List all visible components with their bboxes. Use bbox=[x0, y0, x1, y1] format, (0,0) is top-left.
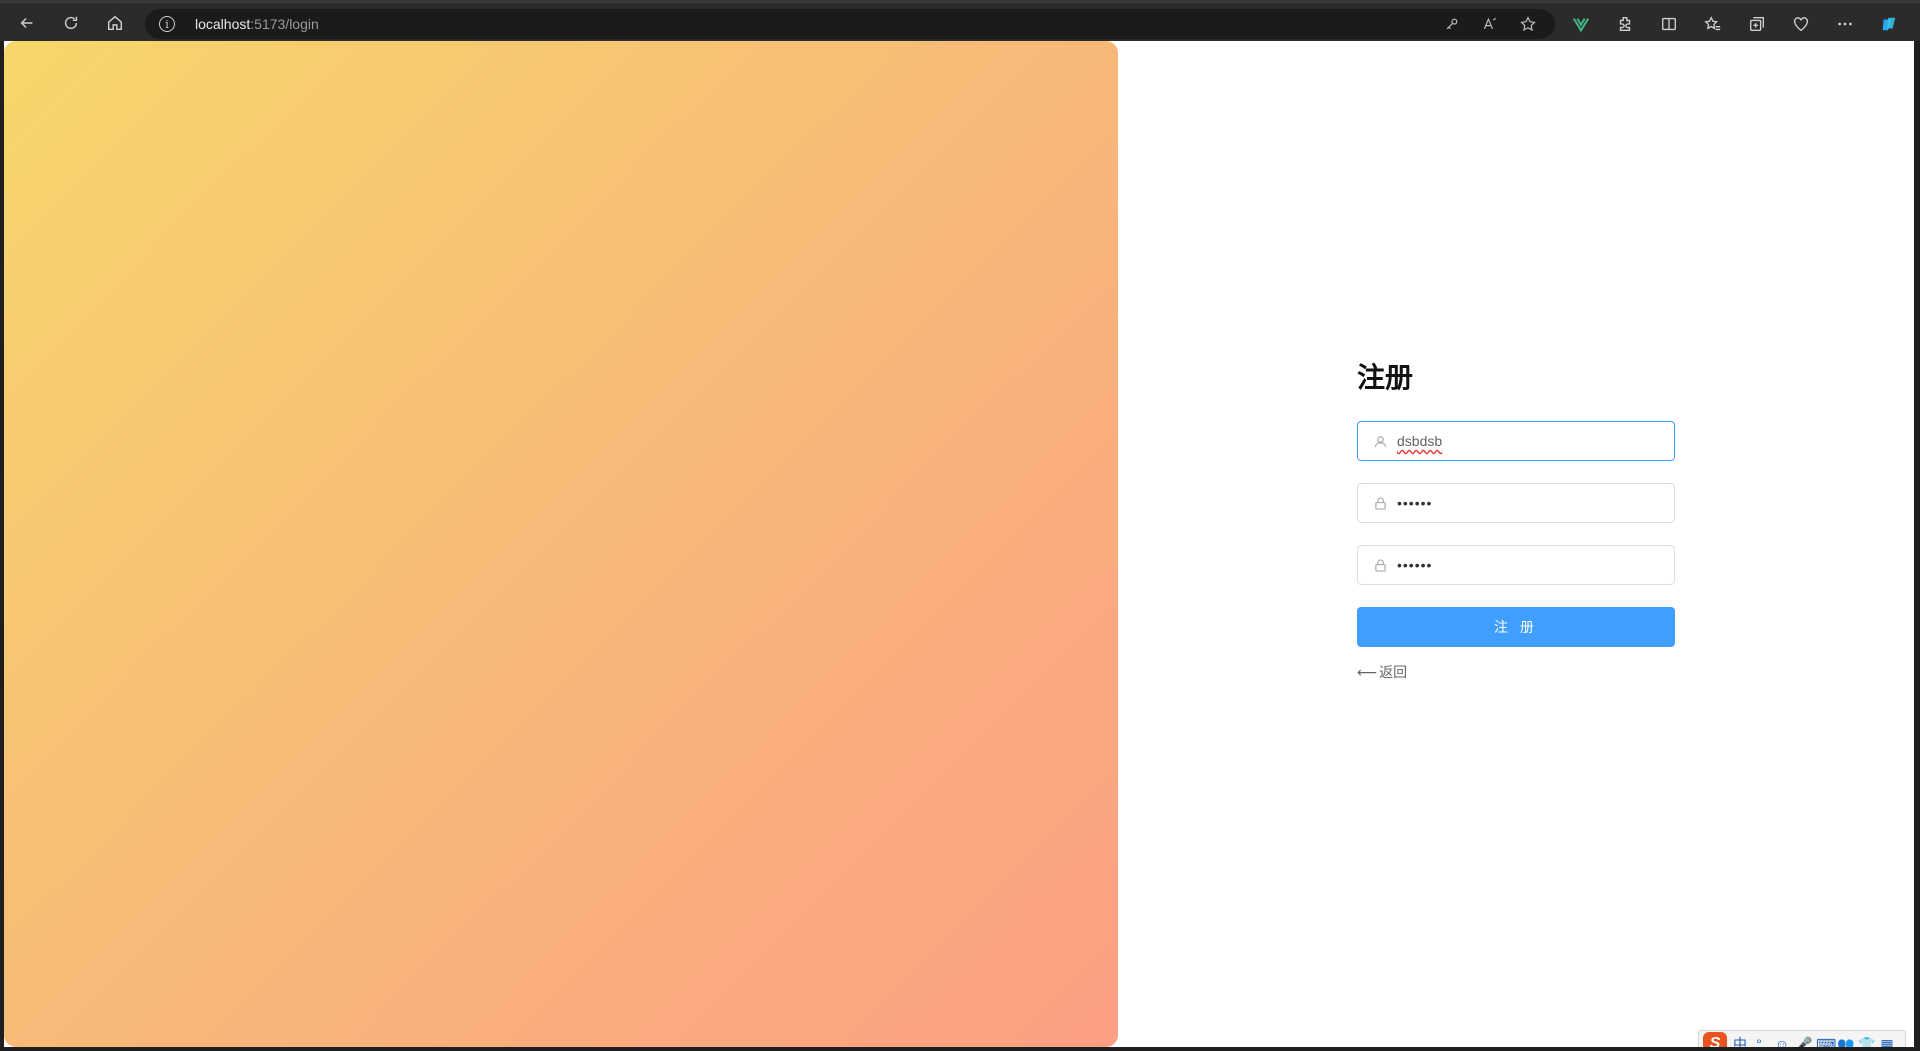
sogou-logo-icon[interactable]: S bbox=[1703, 1032, 1727, 1047]
confirm-password-field[interactable]: •••••• bbox=[1357, 545, 1675, 585]
back-link[interactable]: ⟵ 返回 bbox=[1357, 662, 1407, 682]
grid-menu-icon[interactable]: ▦ bbox=[1879, 1036, 1895, 1048]
ime-chinese-mode[interactable]: 中 bbox=[1732, 1034, 1748, 1047]
extensions-icon[interactable] bbox=[1614, 13, 1636, 35]
register-form: 注册 dsbdsb •••••• •••••• 注 册 ⟵ 返回 bbox=[1357, 358, 1675, 680]
read-aloud-icon[interactable] bbox=[1481, 15, 1499, 33]
gradient-banner bbox=[4, 41, 1118, 1047]
browser-essentials-icon[interactable] bbox=[1790, 13, 1812, 35]
password-field[interactable]: •••••• bbox=[1357, 483, 1675, 523]
back-nav-button[interactable] bbox=[11, 9, 43, 37]
skin-shirt-icon[interactable]: 👕 bbox=[1858, 1036, 1875, 1048]
ime-punctuation[interactable]: °, bbox=[1753, 1036, 1769, 1047]
home-icon bbox=[107, 15, 123, 31]
browser-toolbar: i localhost:5173/login bbox=[0, 0, 1920, 41]
favorite-star-icon[interactable] bbox=[1519, 15, 1537, 33]
user-group-icon[interactable]: 👥 bbox=[1837, 1036, 1854, 1048]
confirm-password-input[interactable]: •••••• bbox=[1397, 557, 1432, 573]
vue-devtools-icon[interactable] bbox=[1570, 13, 1592, 35]
user-icon bbox=[1373, 434, 1387, 448]
arrow-left-icon: ⟵ bbox=[1357, 663, 1378, 680]
microphone-icon[interactable]: 🎤 bbox=[1795, 1036, 1812, 1048]
url-host: localhost bbox=[195, 16, 251, 32]
register-button[interactable]: 注 册 bbox=[1357, 607, 1675, 647]
back-link-label: 返回 bbox=[1379, 664, 1408, 680]
password-key-icon[interactable] bbox=[1443, 15, 1461, 33]
lock-icon bbox=[1373, 496, 1387, 510]
site-info-icon[interactable]: i bbox=[159, 16, 175, 32]
url-text[interactable]: localhost:5173/login bbox=[195, 16, 319, 32]
arrow-left-icon bbox=[20, 17, 33, 29]
url-path: :5173/login bbox=[250, 16, 319, 32]
lock-icon bbox=[1373, 558, 1387, 572]
copilot-icon[interactable] bbox=[1878, 13, 1900, 35]
favorites-icon[interactable] bbox=[1702, 13, 1724, 35]
keyboard-icon[interactable]: ⌨ bbox=[1816, 1036, 1836, 1048]
home-button[interactable] bbox=[99, 9, 131, 37]
page-viewport: 注册 dsbdsb •••••• •••••• 注 册 ⟵ 返回 S 中 °, … bbox=[4, 41, 1914, 1047]
address-bar[interactable]: i localhost:5173/login bbox=[145, 9, 1555, 39]
collections-icon[interactable] bbox=[1746, 13, 1768, 35]
password-input[interactable]: •••••• bbox=[1397, 495, 1432, 511]
ime-toolbar: S 中 °, ☺ 🎤 ⌨ 👥 👕 ▦ bbox=[1698, 1030, 1906, 1047]
more-menu-icon[interactable] bbox=[1834, 13, 1856, 35]
page-title: 注册 bbox=[1357, 362, 1414, 393]
emoji-icon[interactable]: ☺ bbox=[1774, 1036, 1790, 1047]
username-field[interactable]: dsbdsb bbox=[1357, 421, 1675, 461]
refresh-icon bbox=[64, 16, 78, 30]
username-input[interactable]: dsbdsb bbox=[1397, 433, 1442, 449]
refresh-button[interactable] bbox=[55, 9, 87, 37]
split-screen-icon[interactable] bbox=[1658, 13, 1680, 35]
